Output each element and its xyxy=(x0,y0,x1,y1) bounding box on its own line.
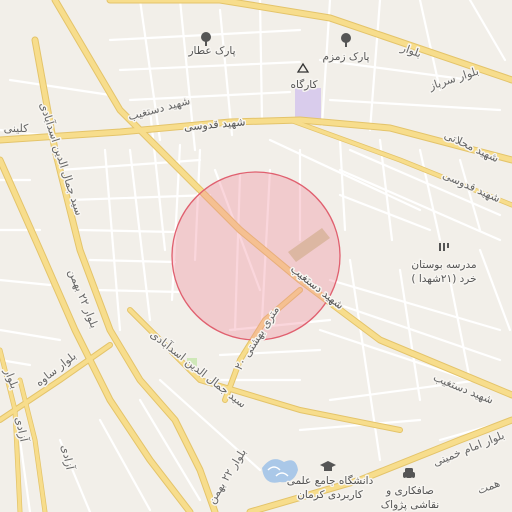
poi-label-kargah: کارگاه xyxy=(291,78,318,91)
poi-label-school-line1: مدرسه بوستان xyxy=(411,259,476,271)
map-canvas[interactable]: بلوار بلوار سرباز شهید قدوسی شهید دستغیب… xyxy=(0,0,512,512)
poi-label-carwash-line1: صافکاری و xyxy=(385,485,434,497)
poi-label-university-line2: کاربردی کرمان xyxy=(297,489,363,501)
poi-label-school-line2: خرد (۲۱شهدا ) xyxy=(411,273,476,285)
poi-label-university-line1: دانشگاه جامع علمی xyxy=(287,474,374,487)
workshop-area xyxy=(295,88,321,120)
street-label-klini: کلینی xyxy=(4,122,29,135)
poi-label-park-zamzam: پارک زمزم xyxy=(323,51,370,63)
search-radius-circle[interactable] xyxy=(171,171,341,341)
map-view[interactable]: بلوار بلوار سرباز شهید قدوسی شهید دستغیب… xyxy=(0,0,512,512)
poi-label-park-attar: پارک عطار xyxy=(187,45,235,57)
poi-label-carwash-line2: نقاشی پژواک xyxy=(381,499,439,511)
